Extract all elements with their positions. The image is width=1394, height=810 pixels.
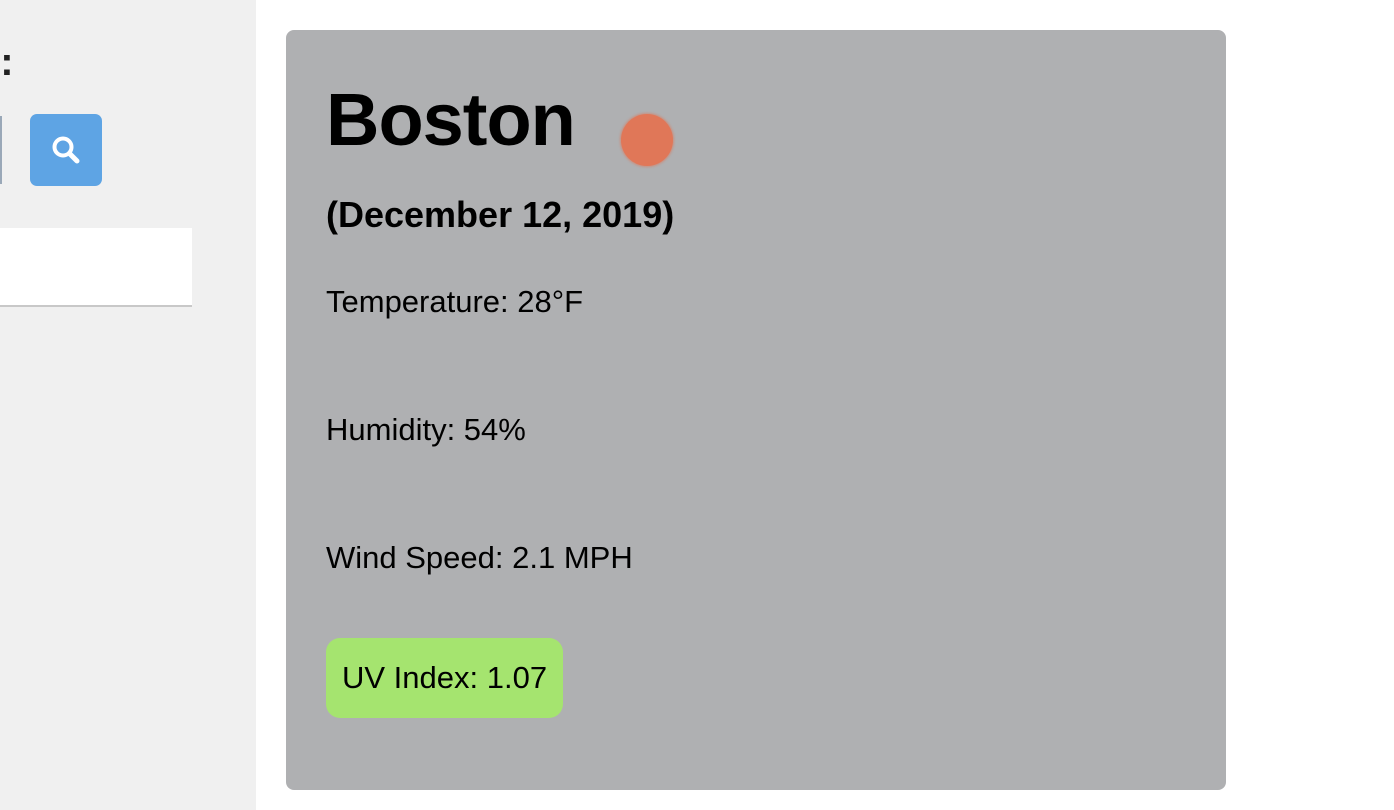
search-icon (52, 136, 80, 164)
search-input[interactable] (0, 116, 2, 184)
search-heading: y: (0, 40, 14, 84)
city-name: Boston (326, 78, 576, 161)
humidity-text: Humidity: 54% (326, 412, 526, 447)
city-header: Boston (326, 80, 673, 166)
weather-condition-icon (620, 114, 673, 166)
search-history-item[interactable] (0, 228, 192, 307)
sidebar: y: (0, 0, 256, 810)
temperature-text: Temperature: 28°F (326, 284, 584, 319)
current-date: (December 12, 2019) (326, 194, 675, 235)
uv-index-badge: UV Index: 1.07 (326, 638, 564, 718)
search-button[interactable] (30, 114, 102, 186)
wind-speed-text: Wind Speed: 2.1 MPH (326, 540, 633, 575)
current-weather-card: Boston (December 12, 2019) Temperature: … (286, 30, 1226, 790)
